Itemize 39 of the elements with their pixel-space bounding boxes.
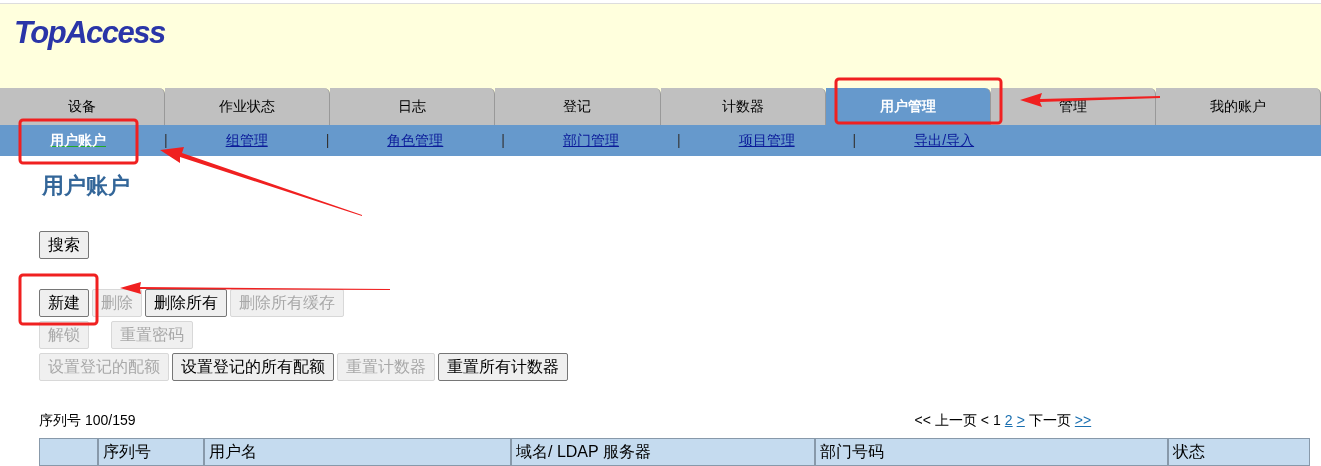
column-header [39, 438, 98, 466]
separator: | [852, 131, 857, 150]
page-text: < [980, 410, 990, 430]
column-header: 域名/ LDAP 服务器 [511, 438, 815, 466]
separator: | [501, 131, 505, 150]
column-header: 序列号 [98, 438, 204, 466]
logo: TopAccess [14, 15, 165, 50]
separator: | [164, 131, 168, 150]
page-link[interactable]: 2 [1004, 409, 1013, 431]
sub-nav-link[interactable]: 部门管理 [562, 130, 619, 151]
nav-tab[interactable]: 日志 [330, 88, 496, 125]
page-text: 上一页 [934, 410, 977, 430]
nav-tab[interactable]: 作业状态 [165, 88, 331, 125]
sub-nav-link[interactable]: 角色管理 [387, 130, 444, 151]
nav-tab[interactable]: 我的账户 [1155, 88, 1321, 125]
page-text: 下一页 [1028, 410, 1071, 430]
action-button[interactable]: 重置所有计数器 [438, 353, 568, 381]
column-header: 部门号码 [815, 438, 1168, 466]
sub-nav-link[interactable]: 组管理 [225, 130, 268, 151]
page-link[interactable]: > [1016, 409, 1025, 431]
page-text: << [914, 410, 931, 430]
action-button[interactable]: 搜索 [39, 231, 89, 259]
sub-nav-link[interactable]: 用户账户 [50, 130, 106, 151]
sub-nav-link[interactable]: 项目管理 [738, 130, 795, 151]
column-header: 用户名 [204, 438, 511, 466]
separator: | [676, 131, 681, 150]
nav-tab[interactable]: 设备 [0, 88, 166, 125]
page-title: 用户账户 [42, 172, 131, 200]
sub-nav-link[interactable]: 导出/导入 [914, 130, 975, 151]
action-button[interactable]: 设置登记的所有配额 [172, 353, 334, 381]
page-link[interactable]: >> [1074, 409, 1092, 431]
column-header: 状态 [1168, 438, 1310, 466]
action-button[interactable]: 新建 [39, 289, 89, 317]
nav-tab[interactable]: 计数器 [660, 88, 826, 125]
separator: | [325, 131, 330, 150]
page-text: 1 [993, 410, 1001, 430]
nav-tab[interactable]: 登记 [495, 88, 661, 125]
action-button[interactable]: 删除所有 [145, 289, 227, 317]
record-count: 序列号 100/159 [39, 410, 136, 430]
